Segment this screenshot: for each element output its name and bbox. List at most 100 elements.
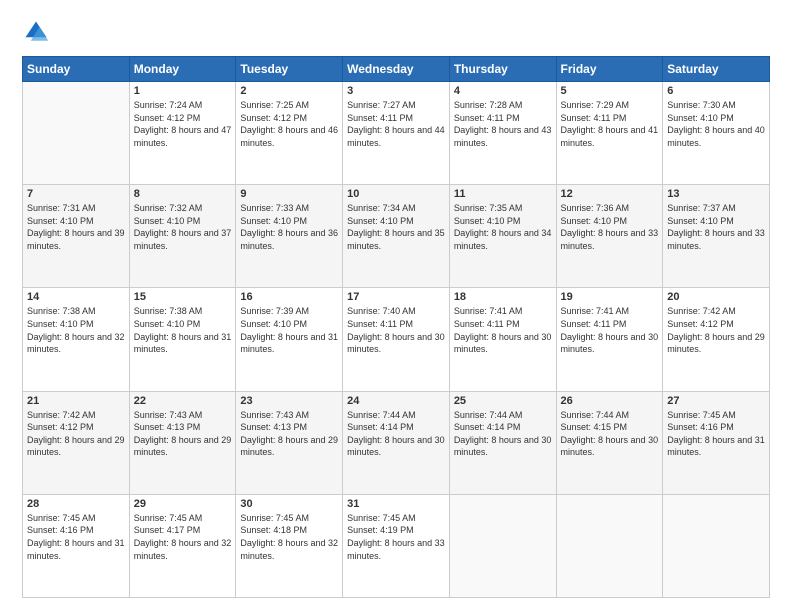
day-info: Sunrise: 7:37 AMSunset: 4:10 PMDaylight:… <box>667 202 765 252</box>
day-number: 5 <box>561 85 659 97</box>
day-number: 28 <box>27 498 125 510</box>
day-info: Sunrise: 7:29 AMSunset: 4:11 PMDaylight:… <box>561 99 659 149</box>
calendar-cell: 19 Sunrise: 7:41 AMSunset: 4:11 PMDayligh… <box>556 288 663 391</box>
day-number: 16 <box>240 291 338 303</box>
calendar-week-3: 14 Sunrise: 7:38 AMSunset: 4:10 PMDayligh… <box>23 288 770 391</box>
day-info: Sunrise: 7:28 AMSunset: 4:11 PMDaylight:… <box>454 99 552 149</box>
day-info: Sunrise: 7:44 AMSunset: 4:14 PMDaylight:… <box>454 409 552 459</box>
calendar-cell <box>556 494 663 597</box>
day-info: Sunrise: 7:33 AMSunset: 4:10 PMDaylight:… <box>240 202 338 252</box>
day-info: Sunrise: 7:41 AMSunset: 4:11 PMDaylight:… <box>454 305 552 355</box>
calendar-week-4: 21 Sunrise: 7:42 AMSunset: 4:12 PMDayligh… <box>23 391 770 494</box>
day-info: Sunrise: 7:39 AMSunset: 4:10 PMDaylight:… <box>240 305 338 355</box>
day-number: 26 <box>561 395 659 407</box>
day-number: 9 <box>240 188 338 200</box>
calendar-cell: 5 Sunrise: 7:29 AMSunset: 4:11 PMDaylight… <box>556 82 663 185</box>
logo <box>22 18 54 46</box>
calendar-cell: 10 Sunrise: 7:34 AMSunset: 4:10 PMDayligh… <box>343 185 450 288</box>
calendar-cell: 11 Sunrise: 7:35 AMSunset: 4:10 PMDayligh… <box>449 185 556 288</box>
day-number: 10 <box>347 188 445 200</box>
day-info: Sunrise: 7:43 AMSunset: 4:13 PMDaylight:… <box>240 409 338 459</box>
calendar-week-1: 1Sunrise: 7:24 AMSunset: 4:12 PMDaylight… <box>23 82 770 185</box>
day-number: 6 <box>667 85 765 97</box>
calendar-cell <box>663 494 770 597</box>
day-info: Sunrise: 7:45 AMSunset: 4:19 PMDaylight:… <box>347 512 445 562</box>
day-number: 14 <box>27 291 125 303</box>
day-number: 1 <box>134 85 232 97</box>
logo-icon <box>22 18 50 46</box>
day-number: 27 <box>667 395 765 407</box>
day-info: Sunrise: 7:35 AMSunset: 4:10 PMDaylight:… <box>454 202 552 252</box>
day-info: Sunrise: 7:41 AMSunset: 4:11 PMDaylight:… <box>561 305 659 355</box>
calendar-cell: 9 Sunrise: 7:33 AMSunset: 4:10 PMDaylight… <box>236 185 343 288</box>
calendar-cell: 23 Sunrise: 7:43 AMSunset: 4:13 PMDayligh… <box>236 391 343 494</box>
day-number: 4 <box>454 85 552 97</box>
calendar-cell: 22 Sunrise: 7:43 AMSunset: 4:13 PMDayligh… <box>129 391 236 494</box>
calendar-cell: 13Sunrise: 7:37 AMSunset: 4:10 PMDayligh… <box>663 185 770 288</box>
day-number: 24 <box>347 395 445 407</box>
day-info: Sunrise: 7:43 AMSunset: 4:13 PMDaylight:… <box>134 409 232 459</box>
weekday-header-friday: Friday <box>556 57 663 82</box>
day-number: 18 <box>454 291 552 303</box>
weekday-header-saturday: Saturday <box>663 57 770 82</box>
day-info: Sunrise: 7:40 AMSunset: 4:11 PMDaylight:… <box>347 305 445 355</box>
day-number: 21 <box>27 395 125 407</box>
day-info: Sunrise: 7:42 AMSunset: 4:12 PMDaylight:… <box>667 305 765 355</box>
page: SundayMondayTuesdayWednesdayThursdayFrid… <box>0 0 792 612</box>
header <box>22 18 770 46</box>
calendar-cell: 17 Sunrise: 7:40 AMSunset: 4:11 PMDayligh… <box>343 288 450 391</box>
calendar-header-row: SundayMondayTuesdayWednesdayThursdayFrid… <box>23 57 770 82</box>
weekday-header-sunday: Sunday <box>23 57 130 82</box>
day-number: 29 <box>134 498 232 510</box>
weekday-header-tuesday: Tuesday <box>236 57 343 82</box>
calendar-cell <box>449 494 556 597</box>
calendar-table: SundayMondayTuesdayWednesdayThursdayFrid… <box>22 56 770 598</box>
day-number: 23 <box>240 395 338 407</box>
day-number: 17 <box>347 291 445 303</box>
calendar-cell: 30Sunrise: 7:45 AMSunset: 4:18 PMDayligh… <box>236 494 343 597</box>
day-number: 19 <box>561 291 659 303</box>
day-info: Sunrise: 7:44 AMSunset: 4:14 PMDaylight:… <box>347 409 445 459</box>
calendar-cell: 2Sunrise: 7:25 AMSunset: 4:12 PMDaylight… <box>236 82 343 185</box>
day-number: 31 <box>347 498 445 510</box>
calendar-cell: 21 Sunrise: 7:42 AMSunset: 4:12 PMDayligh… <box>23 391 130 494</box>
calendar-cell: 26 Sunrise: 7:44 AMSunset: 4:15 PMDayligh… <box>556 391 663 494</box>
day-info: Sunrise: 7:38 AMSunset: 4:10 PMDaylight:… <box>134 305 232 355</box>
calendar-cell: 15Sunrise: 7:38 AMSunset: 4:10 PMDayligh… <box>129 288 236 391</box>
day-info: Sunrise: 7:38 AMSunset: 4:10 PMDaylight:… <box>27 305 125 355</box>
weekday-header-wednesday: Wednesday <box>343 57 450 82</box>
day-number: 30 <box>240 498 338 510</box>
calendar-cell: 3Sunrise: 7:27 AMSunset: 4:11 PMDaylight… <box>343 82 450 185</box>
day-info: Sunrise: 7:45 AMSunset: 4:17 PMDaylight:… <box>134 512 232 562</box>
calendar-cell: 7Sunrise: 7:31 AMSunset: 4:10 PMDaylight… <box>23 185 130 288</box>
day-info: Sunrise: 7:45 AMSunset: 4:16 PMDaylight:… <box>667 409 765 459</box>
day-number: 22 <box>134 395 232 407</box>
day-info: Sunrise: 7:30 AMSunset: 4:10 PMDaylight:… <box>667 99 765 149</box>
calendar-cell: 20 Sunrise: 7:42 AMSunset: 4:12 PMDayligh… <box>663 288 770 391</box>
calendar-week-5: 28Sunrise: 7:45 AMSunset: 4:16 PMDayligh… <box>23 494 770 597</box>
day-number: 20 <box>667 291 765 303</box>
day-info: Sunrise: 7:32 AMSunset: 4:10 PMDaylight:… <box>134 202 232 252</box>
calendar-cell: 27 Sunrise: 7:45 AMSunset: 4:16 PMDayligh… <box>663 391 770 494</box>
day-number: 25 <box>454 395 552 407</box>
calendar-cell: 31 Sunrise: 7:45 AMSunset: 4:19 PMDayligh… <box>343 494 450 597</box>
day-info: Sunrise: 7:34 AMSunset: 4:10 PMDaylight:… <box>347 202 445 252</box>
calendar-cell: 8 Sunrise: 7:32 AMSunset: 4:10 PMDaylight… <box>129 185 236 288</box>
day-info: Sunrise: 7:44 AMSunset: 4:15 PMDaylight:… <box>561 409 659 459</box>
calendar-cell: 1Sunrise: 7:24 AMSunset: 4:12 PMDaylight… <box>129 82 236 185</box>
calendar-cell: 6 Sunrise: 7:30 AMSunset: 4:10 PMDaylight… <box>663 82 770 185</box>
calendar-cell: 25 Sunrise: 7:44 AMSunset: 4:14 PMDayligh… <box>449 391 556 494</box>
weekday-header-monday: Monday <box>129 57 236 82</box>
day-number: 3 <box>347 85 445 97</box>
calendar-cell <box>23 82 130 185</box>
weekday-header-thursday: Thursday <box>449 57 556 82</box>
day-number: 11 <box>454 188 552 200</box>
day-number: 8 <box>134 188 232 200</box>
calendar-cell: 16 Sunrise: 7:39 AMSunset: 4:10 PMDayligh… <box>236 288 343 391</box>
day-number: 2 <box>240 85 338 97</box>
day-info: Sunrise: 7:36 AMSunset: 4:10 PMDaylight:… <box>561 202 659 252</box>
calendar-cell: 12Sunrise: 7:36 AMSunset: 4:10 PMDayligh… <box>556 185 663 288</box>
calendar-cell: 24 Sunrise: 7:44 AMSunset: 4:14 PMDayligh… <box>343 391 450 494</box>
day-info: Sunrise: 7:42 AMSunset: 4:12 PMDaylight:… <box>27 409 125 459</box>
calendar-cell: 28Sunrise: 7:45 AMSunset: 4:16 PMDayligh… <box>23 494 130 597</box>
